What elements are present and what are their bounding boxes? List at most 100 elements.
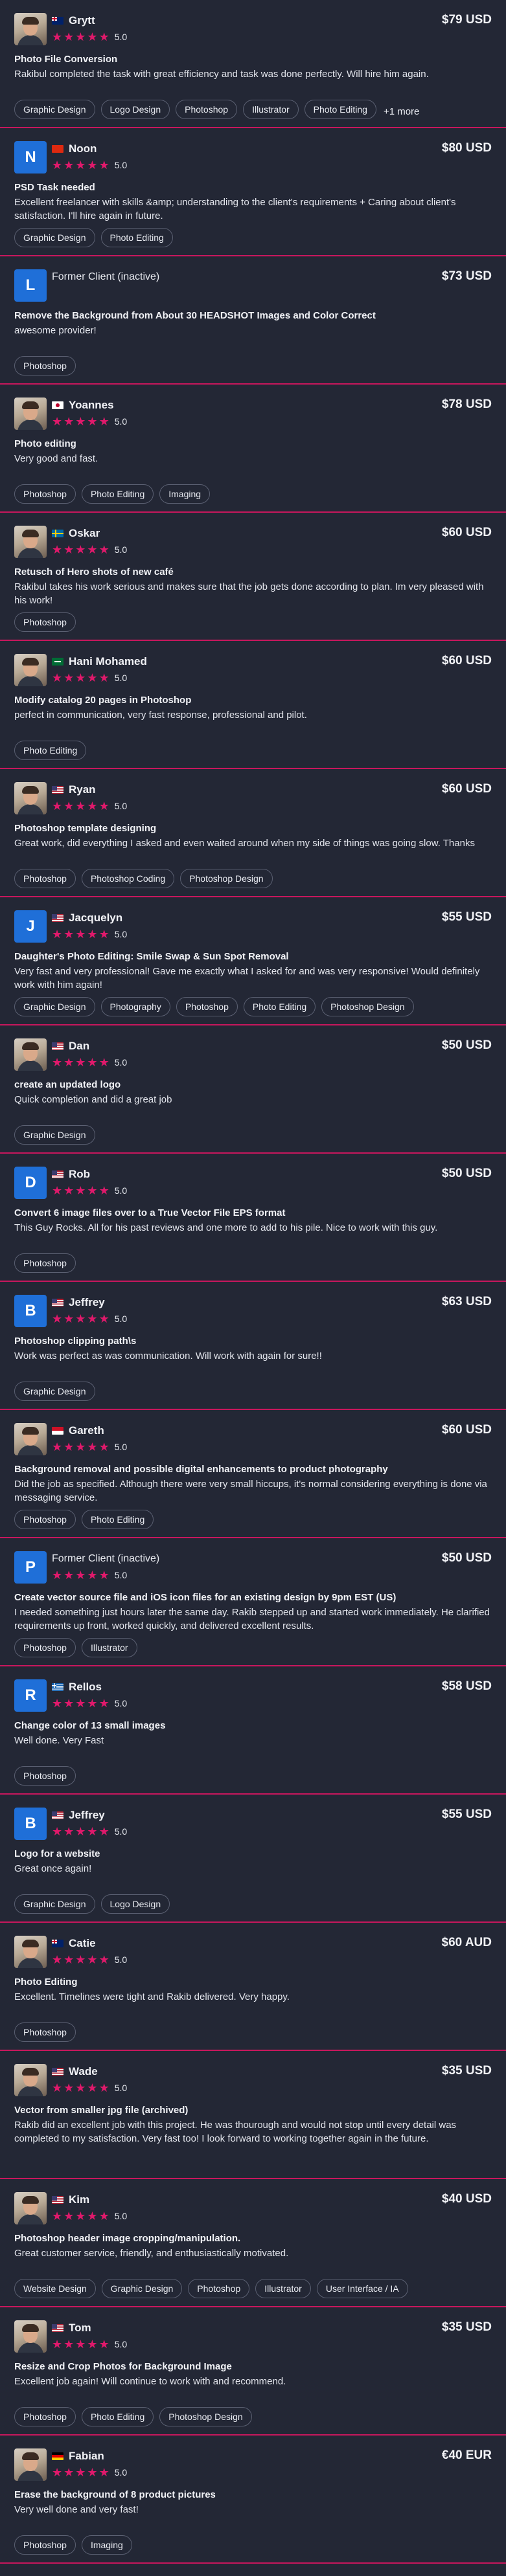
reviewer-name[interactable]: Gareth bbox=[69, 1424, 104, 1437]
avatar[interactable]: N bbox=[14, 141, 47, 174]
avatar[interactable] bbox=[14, 2448, 47, 2481]
rating-score: 5.0 bbox=[114, 1314, 128, 1324]
reviewer-name[interactable]: Ryan bbox=[69, 783, 96, 796]
skill-tag[interactable]: Photoshop bbox=[14, 2535, 76, 2555]
skill-tag[interactable]: Website Design bbox=[14, 2279, 96, 2298]
skill-tag[interactable]: Photoshop bbox=[176, 997, 238, 1016]
skill-tag[interactable]: Photo Editing bbox=[243, 997, 316, 1016]
skill-tag[interactable]: Photo Editing bbox=[100, 228, 173, 247]
skill-tag[interactable]: Logo Design bbox=[100, 1894, 170, 1914]
skill-tag[interactable]: Illustrator bbox=[81, 1638, 137, 1657]
skill-tag[interactable]: Graphic Design bbox=[14, 1382, 95, 1401]
skill-tags: Graphic Design bbox=[14, 1382, 492, 1405]
skill-tag[interactable]: Photoshop bbox=[14, 1253, 76, 1273]
star-icon: ★ bbox=[63, 1697, 75, 1710]
skill-tag[interactable]: Graphic Design bbox=[14, 228, 95, 247]
avatar[interactable] bbox=[14, 782, 47, 814]
reviewer-name[interactable]: Noon bbox=[69, 142, 97, 155]
avatar[interactable]: D bbox=[14, 1167, 47, 1199]
skill-tag[interactable]: Photoshop bbox=[176, 100, 238, 119]
rating-score: 5.0 bbox=[114, 1185, 128, 1196]
review-header: Yoannes ★ ★ ★ ★ ★ 5.0 bbox=[14, 398, 492, 432]
reviewer-name[interactable]: Jeffrey bbox=[69, 1296, 105, 1309]
skill-tag[interactable]: Photo Editing bbox=[81, 1510, 154, 1529]
avatar[interactable] bbox=[14, 526, 47, 558]
avatar[interactable] bbox=[14, 1936, 47, 1968]
star-icon: ★ bbox=[87, 2338, 98, 2351]
avatar[interactable] bbox=[14, 654, 47, 686]
avatar[interactable] bbox=[14, 2320, 47, 2353]
skill-tag[interactable]: Logo Design bbox=[100, 100, 170, 119]
skill-tag[interactable]: Photography bbox=[100, 997, 170, 1016]
price: $60 USD bbox=[441, 654, 492, 667]
avatar[interactable]: B bbox=[14, 1808, 47, 1840]
reviewer-name[interactable]: Rob bbox=[69, 1168, 90, 1181]
skill-tag[interactable]: Photoshop bbox=[14, 484, 76, 504]
skill-tag[interactable]: Photoshop bbox=[14, 869, 76, 888]
avatar[interactable]: B bbox=[14, 1295, 47, 1327]
reviewer-name[interactable]: Kim bbox=[69, 2193, 89, 2206]
skill-tag[interactable]: Photoshop bbox=[188, 2279, 250, 2298]
skill-tag[interactable]: Photoshop Design bbox=[321, 997, 414, 1016]
reviewer-name[interactable]: Rellos bbox=[69, 1681, 102, 1694]
skill-tag[interactable]: Photo Editing bbox=[14, 741, 87, 760]
reviewer-name[interactable]: Grytt bbox=[69, 14, 95, 27]
price: $35 USD bbox=[441, 2064, 492, 2078]
skill-tag[interactable]: Photoshop bbox=[14, 1510, 76, 1529]
review-card: Oskar ★ ★ ★ ★ ★ 5.0 $60 USD Retusch of Hero shot… bbox=[0, 513, 506, 641]
skill-tag[interactable]: Photo Editing bbox=[304, 100, 376, 119]
star-icon: ★ bbox=[63, 1440, 75, 1453]
skill-tag[interactable]: Photo Editing bbox=[81, 2407, 154, 2426]
star-icon: ★ bbox=[75, 671, 86, 684]
avatar[interactable]: J bbox=[14, 910, 47, 943]
skill-tag[interactable]: Photoshop Design bbox=[180, 869, 273, 888]
skill-tag[interactable]: Photoshop bbox=[14, 1766, 76, 1786]
reviewer-name[interactable]: Hani Mohamed bbox=[69, 655, 147, 668]
avatar[interactable] bbox=[14, 1423, 47, 1455]
reviewer-name[interactable]: Catie bbox=[69, 1937, 96, 1950]
avatar[interactable] bbox=[14, 2064, 47, 2096]
reviewer-name[interactable]: Fabian bbox=[69, 2450, 104, 2463]
skill-tag[interactable]: User Interface / IA bbox=[316, 2279, 408, 2298]
avatar[interactable] bbox=[14, 398, 47, 430]
review-header: Dan ★ ★ ★ ★ ★ 5.0 bbox=[14, 1038, 492, 1073]
skill-tags: Photoshop bbox=[14, 2022, 492, 2046]
skill-tag[interactable]: Graphic Design bbox=[14, 997, 95, 1016]
avatar[interactable]: P bbox=[14, 1551, 47, 1584]
reviewer-name[interactable]: Jacquelyn bbox=[69, 912, 122, 924]
reviewer-name[interactable]: Yoannes bbox=[69, 399, 114, 412]
avatar[interactable]: R bbox=[14, 1679, 47, 1712]
star-rating: ★ ★ ★ ★ ★ 5.0 bbox=[52, 1951, 492, 1968]
skill-tag[interactable]: Photoshop Design bbox=[159, 2407, 252, 2426]
skill-tag[interactable]: Imaging bbox=[81, 2535, 132, 2555]
star-icon: ★ bbox=[63, 671, 75, 684]
reviewer-name[interactable]: Dan bbox=[69, 1040, 89, 1053]
skill-tag[interactable]: Graphic Design bbox=[101, 2279, 183, 2298]
review-header: B Jeffrey ★ ★ ★ ★ ★ 5.0 bbox=[14, 1808, 492, 1842]
skill-tag[interactable]: Photoshop bbox=[14, 356, 76, 375]
skill-tag[interactable]: Photoshop bbox=[14, 2407, 76, 2426]
skill-tag[interactable]: Graphic Design bbox=[14, 100, 95, 119]
reviewer-name[interactable]: Jeffrey bbox=[69, 1809, 105, 1822]
star-icon: ★ bbox=[98, 928, 109, 941]
project-title: Logo for a website bbox=[14, 1848, 100, 1859]
review-header: Kim ★ ★ ★ ★ ★ 5.0 bbox=[14, 2192, 492, 2227]
skill-tag[interactable]: Photoshop bbox=[14, 2022, 76, 2042]
skill-tag[interactable]: Photo Editing bbox=[81, 484, 154, 504]
more-tags-link[interactable]: +1 more bbox=[384, 106, 419, 117]
avatar[interactable] bbox=[14, 1038, 47, 1071]
reviewer-name[interactable]: Tom bbox=[69, 2322, 91, 2335]
skill-tag[interactable]: Photoshop bbox=[14, 612, 76, 632]
skill-tag[interactable]: Imaging bbox=[159, 484, 211, 504]
avatar[interactable]: L bbox=[14, 269, 47, 302]
skill-tag[interactable]: Graphic Design bbox=[14, 1894, 95, 1914]
avatar[interactable] bbox=[14, 13, 47, 45]
reviewer-name[interactable]: Wade bbox=[69, 2065, 98, 2078]
skill-tag[interactable]: Photoshop bbox=[14, 1638, 76, 1657]
skill-tag[interactable]: Illustrator bbox=[255, 2279, 311, 2298]
skill-tag[interactable]: Graphic Design bbox=[14, 1125, 95, 1145]
reviewer-name[interactable]: Oskar bbox=[69, 527, 100, 540]
skill-tag[interactable]: Illustrator bbox=[243, 100, 299, 119]
skill-tag[interactable]: Photoshop Coding bbox=[81, 869, 175, 888]
avatar[interactable] bbox=[14, 2192, 47, 2224]
